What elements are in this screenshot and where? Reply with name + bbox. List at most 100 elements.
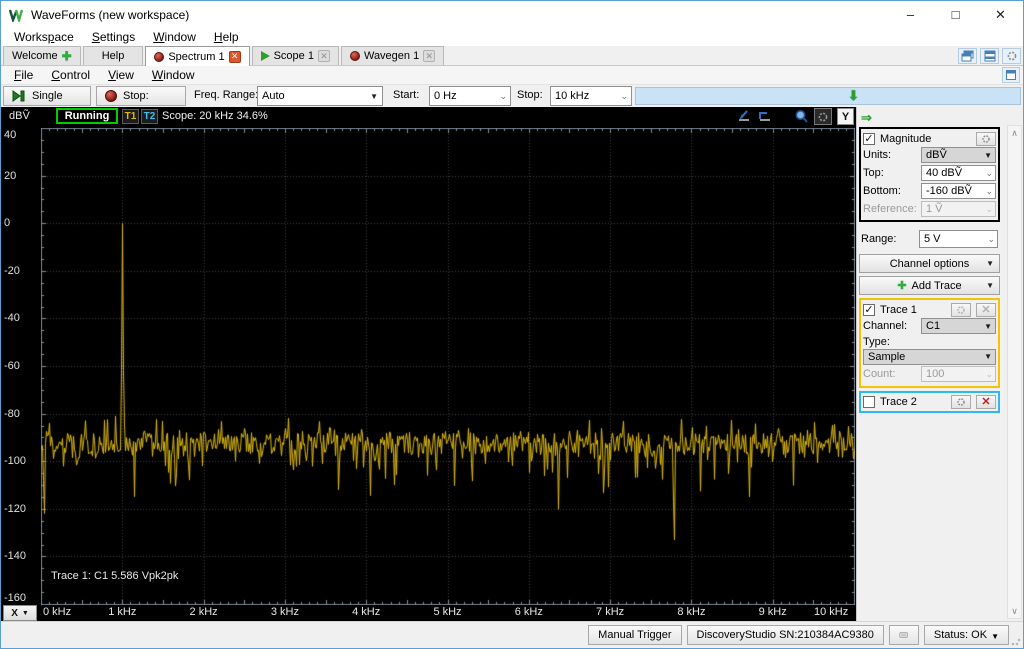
trace1-count-input: 100 ⌄	[921, 366, 996, 382]
menu-window[interactable]: Window	[144, 29, 205, 45]
maximize-button[interactable]: □	[933, 1, 978, 28]
close-button[interactable]: ✕	[978, 1, 1023, 28]
x-tick-label: 10 kHz	[814, 606, 849, 618]
tab-options-gear-icon[interactable]	[1002, 48, 1021, 64]
dropdown-arrow-icon: ▼	[991, 632, 999, 641]
tab-label: Scope 1	[273, 50, 314, 62]
tab-label: Spectrum 1	[168, 50, 225, 63]
dropdown-arrow-icon: ▼	[984, 321, 992, 331]
channel-options-label: Channel options	[889, 257, 970, 270]
trace1-channel-select[interactable]: C1 ▼	[921, 318, 996, 334]
zoom-icon[interactable]	[792, 108, 810, 125]
bottom-input[interactable]: -160 dBṼ ⌄	[921, 183, 996, 199]
collapse-panel-arrow-icon[interactable]: ⇒	[861, 110, 872, 126]
close-tab-icon[interactable]: ✕	[228, 50, 241, 63]
stop-freq-label: Stop:	[517, 89, 543, 101]
top-input[interactable]: 40 dBṼ ⌄	[921, 165, 996, 181]
instrument-menu-view[interactable]: View	[99, 67, 143, 83]
x-cursors-icon[interactable]	[735, 108, 753, 125]
dropdown-arrow-icon: ▼	[984, 352, 992, 361]
combo-chevron-icon: ⌄	[985, 185, 993, 196]
range-select[interactable]: 5 V ⌄	[919, 230, 998, 248]
y-tick-label: -80	[4, 407, 20, 420]
window-title: WaveForms (new workspace)	[31, 7, 190, 22]
stop-button[interactable]: Stop:	[96, 86, 186, 106]
tab-help[interactable]: Help	[82, 46, 144, 65]
minimize-button[interactable]: –	[888, 1, 933, 28]
trace1-checkbox[interactable]: ✓	[863, 303, 875, 316]
dropdown-arrow-icon: ▼	[986, 259, 994, 268]
start-frequency-input[interactable]: 0 Hz ⌄	[429, 86, 511, 106]
device-serial-label: DiscoveryStudio SN:210384AC9380	[696, 629, 874, 641]
trace1-type-value: Sample	[868, 350, 906, 363]
freq-range-label: Freq. Range:	[194, 89, 259, 101]
x-tick-label: 0 kHz	[43, 606, 72, 618]
tab-scope-1[interactable]: Scope 1 ✕	[251, 46, 339, 65]
menu-settings[interactable]: Settings	[83, 29, 144, 45]
top-label: Top:	[863, 167, 884, 179]
dock-drop-strip: ⬇	[635, 87, 1021, 105]
detach-window-icon[interactable]	[1002, 67, 1020, 83]
scroll-down-icon[interactable]: ∨	[1008, 604, 1021, 618]
units-select[interactable]: dBṼ ▼	[921, 147, 996, 163]
y-cursors-icon[interactable]	[756, 108, 774, 125]
x-tick-label: 3 kHz	[270, 606, 299, 618]
menu-help[interactable]: Help	[205, 29, 248, 45]
device-button[interactable]: DiscoveryStudio SN:210384AC9380	[686, 625, 884, 645]
trace1-type-select[interactable]: Sample ▼	[863, 348, 996, 365]
status-button[interactable]: Status: OK ▼	[923, 625, 1009, 645]
range-row: Range: 5 V ⌄	[859, 229, 1000, 251]
tab-welcome[interactable]: Welcome ✚	[3, 46, 81, 65]
magnitude-gear-icon[interactable]	[976, 131, 996, 146]
resize-grip[interactable]	[1011, 636, 1021, 646]
dropdown-arrow-icon: ▼	[986, 281, 994, 290]
spectrum-chart[interactable]	[41, 128, 855, 605]
tile-windows-icon[interactable]	[980, 48, 999, 64]
combo-chevron-icon: ⌄	[985, 368, 993, 379]
manual-trigger-label: Manual Trigger	[598, 629, 672, 641]
channel-options-button[interactable]: Channel options ▼	[859, 254, 1000, 273]
combo-chevron-icon: ⌄	[987, 233, 995, 244]
trace1-count-value: 100	[926, 368, 945, 380]
panel-scrollbar[interactable]: ∧ ∨	[1007, 125, 1022, 619]
x-axis-options-button[interactable]: X ▼	[3, 605, 37, 621]
trace2-gear-icon[interactable]	[951, 394, 971, 409]
y-tick-label: -20	[4, 264, 20, 277]
instrument-menu-window[interactable]: Window	[143, 67, 204, 83]
device-manager-icon[interactable]	[888, 625, 919, 645]
trace2-checkbox[interactable]	[863, 395, 875, 408]
stop-frequency-input[interactable]: 10 kHz ⌄	[550, 86, 632, 106]
instrument-menu-control[interactable]: Control	[42, 67, 99, 83]
range-label: Range:	[861, 233, 897, 245]
close-tab-icon[interactable]: ✕	[317, 50, 330, 62]
tab-wavegen-1[interactable]: Wavegen 1 ✕	[340, 46, 445, 65]
cascade-windows-icon[interactable]	[958, 48, 977, 64]
magnitude-checkbox[interactable]: ✓	[863, 132, 875, 145]
single-button[interactable]: Single	[3, 86, 91, 106]
instrument-menu-file[interactable]: File	[5, 67, 42, 83]
freq-range-select[interactable]: Auto ▼	[257, 86, 383, 106]
instrument-menu-bar: File Control View Window	[1, 66, 1023, 85]
bottom-value: -160 dBṼ	[926, 185, 972, 197]
plot-options-gear-icon[interactable]	[814, 108, 832, 125]
x-tick-label: 5 kHz	[433, 606, 462, 618]
trace1-group: ✓ Trace 1 ✕ Channel: C1 ▼ Type: Sample ▼…	[859, 298, 1000, 388]
close-tab-icon[interactable]: ✕	[423, 50, 436, 62]
trigger1-badge[interactable]: T1	[122, 109, 139, 124]
menu-workspace[interactable]: Workspace	[5, 29, 83, 45]
run-status-badge: Running	[56, 108, 118, 124]
trace2-delete-icon[interactable]: ✕	[976, 394, 996, 409]
scroll-up-icon[interactable]: ∧	[1008, 126, 1021, 140]
y-axis-options-button[interactable]: Y	[837, 108, 854, 125]
trace1-gear-icon[interactable]	[951, 302, 971, 317]
plot-header: dBṼ Running T1 T2 Scope: 20 kHz 34.6% Y	[1, 107, 856, 127]
manual-trigger-button[interactable]: Manual Trigger	[588, 625, 682, 645]
top-value: 40 dBṼ	[926, 167, 963, 179]
tab-spectrum-1[interactable]: Spectrum 1 ✕	[145, 46, 250, 66]
y-tick-label: 0	[4, 217, 11, 230]
title-bar[interactable]: WaveForms (new workspace) – □ ✕	[1, 1, 1023, 28]
trace1-channel-value: C1	[926, 320, 941, 332]
add-trace-button[interactable]: ✚ Add Trace ▼	[859, 276, 1000, 295]
trigger2-badge[interactable]: T2	[141, 109, 158, 124]
reference-input: 1 Ṽ ⌄	[921, 201, 996, 217]
